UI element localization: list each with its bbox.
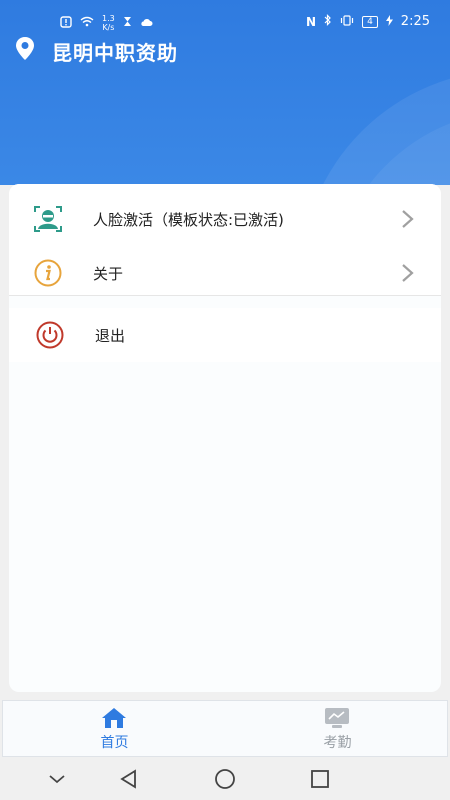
network-speed-unit: K/s [102, 23, 115, 32]
bluetooth-icon [324, 14, 332, 29]
vibrate-icon [340, 14, 354, 29]
menu-item-about[interactable]: 关于 [9, 246, 441, 300]
status-left-icons: 1.3 K/s [60, 14, 153, 32]
app-header: 1.3 K/s N 4 2:25 昆明中职资助 [0, 0, 450, 185]
status-time: 2:25 [400, 14, 430, 29]
notification-icon [60, 15, 72, 31]
info-icon [33, 258, 63, 288]
home-icon [101, 707, 127, 729]
status-right-icons: N 4 2:25 [306, 14, 430, 29]
attendance-icon [324, 707, 350, 729]
collapse-icon[interactable] [45, 768, 69, 790]
menu-item-face-activation[interactable]: 人脸激活（模板状态:已激活) [9, 192, 441, 246]
battery-indicator: 4 [362, 15, 378, 28]
logout-label: 退出 [95, 326, 126, 345]
title-row: 昆明中职资助 [14, 36, 178, 66]
tab-attendance[interactable]: 考勤 [226, 701, 449, 758]
wifi-icon [80, 16, 94, 30]
cloud-icon [140, 16, 153, 30]
home-circle-icon[interactable] [213, 768, 237, 790]
tab-label: 考勤 [323, 735, 352, 751]
system-nav-bar [0, 758, 450, 800]
chevron-right-icon [401, 209, 415, 229]
tab-label: 首页 [100, 735, 129, 751]
hourglass-icon [123, 16, 132, 30]
recents-icon[interactable] [308, 768, 332, 790]
menu-item-label: 人脸激活（模板状态:已激活) [93, 210, 284, 229]
location-pin-icon[interactable] [14, 36, 36, 66]
power-icon [35, 320, 65, 350]
network-speed: 1.3 K/s [102, 14, 115, 32]
network-speed-value: 1.3 [102, 14, 115, 23]
nfc-icon: N [306, 14, 317, 29]
bottom-tab-bar: 首页 考勤 [2, 700, 448, 757]
logout-button[interactable]: 退出 [9, 308, 441, 362]
menu-item-label: 关于 [93, 264, 124, 283]
back-icon[interactable] [117, 768, 141, 790]
page-title: 昆明中职资助 [52, 40, 178, 65]
content-card: 人脸激活（模板状态:已激活) 关于 退出 [9, 184, 441, 692]
charging-icon [385, 14, 393, 29]
face-scan-icon [33, 204, 63, 234]
chevron-right-icon [401, 263, 415, 283]
tab-home[interactable]: 首页 [3, 701, 226, 758]
menu-group: 人脸激活（模板状态:已激活) 关于 [9, 184, 441, 296]
